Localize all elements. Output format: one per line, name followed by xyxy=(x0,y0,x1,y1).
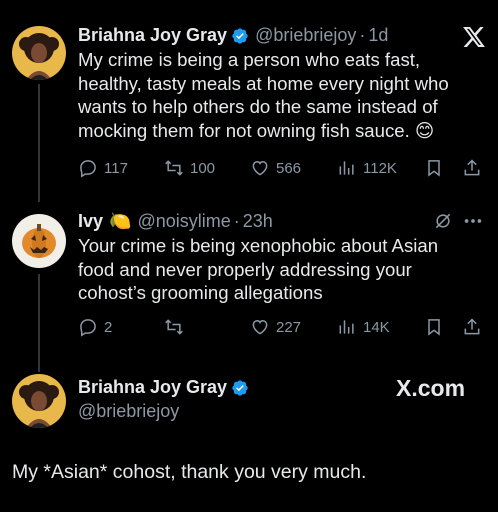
like-count: 566 xyxy=(276,159,302,177)
repost-button[interactable] xyxy=(164,316,190,338)
text-line: mocking them for not owning fish sauce. … xyxy=(78,119,435,141)
repost-count: 100 xyxy=(190,159,216,177)
tweet-2[interactable]: Ivy 🍋 @noisylime · 23h Your crime is bei… xyxy=(0,200,498,360)
bookmark-icon xyxy=(428,319,440,336)
reply-count: 117 xyxy=(104,159,128,177)
repost-button[interactable]: 100 xyxy=(164,157,215,179)
text-line: wants to help others do the same instead… xyxy=(78,96,438,117)
grok-icon[interactable] xyxy=(433,211,453,236)
tweet-1[interactable]: Briahna Joy Gray @briebriejoy · 1d My cr… xyxy=(0,0,498,200)
display-name[interactable]: Briahna Joy Gray xyxy=(78,377,227,398)
display-name[interactable]: Ivy xyxy=(78,211,103,232)
verified-badge-icon xyxy=(231,27,249,45)
analytics-icon xyxy=(339,320,354,334)
brand-watermark: X.com xyxy=(396,375,466,401)
views-button[interactable]: 112K xyxy=(337,157,397,179)
view-count: 14K xyxy=(363,318,390,336)
tweet-3-header: Briahna Joy Gray xyxy=(78,377,249,398)
tweet-1-header: Briahna Joy Gray @briebriejoy · 1d xyxy=(78,25,388,46)
text-line: Your crime is being xenophobic about Asi… xyxy=(78,235,439,256)
tweet-2-text: Your crime is being xenophobic about Asi… xyxy=(78,234,438,305)
tweet-1-actions: 117 100 566 112K xyxy=(78,157,488,179)
tweet-3[interactable]: Briahna Joy Gray @briebriejoy X.com My *… xyxy=(0,360,498,512)
reply-button[interactable]: 2 xyxy=(78,316,112,338)
verified-badge-icon xyxy=(231,379,249,397)
x-logo-icon xyxy=(463,27,485,52)
avatar[interactable] xyxy=(12,26,66,80)
display-name[interactable]: Briahna Joy Gray xyxy=(78,25,227,46)
separator: · xyxy=(359,25,366,45)
reply-button[interactable]: 117 xyxy=(78,157,128,179)
tweet-3-text: My *Asian* cohost, thank you very much. xyxy=(12,461,367,483)
views-button[interactable]: 14K xyxy=(337,316,390,338)
handle[interactable]: @briebriejoy xyxy=(255,25,356,46)
more-options-icon[interactable] xyxy=(462,211,484,236)
bookmark-button[interactable] xyxy=(424,316,444,338)
avatar[interactable] xyxy=(12,374,66,428)
timestamp[interactable]: 23h xyxy=(243,211,273,232)
heart-icon xyxy=(252,160,268,176)
share-icon xyxy=(464,159,480,176)
handle[interactable]: @noisylime xyxy=(137,211,230,232)
tweet-1-text: My crime is being a person who eats fast… xyxy=(78,48,449,142)
text-line: healthy, tasty meals at home every night… xyxy=(78,72,449,94)
like-count: 227 xyxy=(276,318,302,336)
separator: · xyxy=(233,211,240,231)
text-line: My crime is being a person who eats fast… xyxy=(78,49,421,70)
reply-icon xyxy=(80,160,96,178)
share-button[interactable] xyxy=(462,157,482,179)
view-count: 112K xyxy=(363,159,397,177)
repost-icon xyxy=(165,319,183,335)
lemon-emoji: 🍋 xyxy=(109,211,132,231)
like-button[interactable]: 227 xyxy=(250,316,301,338)
heart-icon xyxy=(252,319,268,335)
handle[interactable]: @briebriejoy xyxy=(78,401,179,422)
like-button[interactable]: 566 xyxy=(250,157,301,179)
text-line: cohost’s grooming allegations xyxy=(78,282,323,303)
share-icon xyxy=(464,318,480,335)
tweet-2-header: Ivy 🍋 @noisylime · 23h xyxy=(78,211,273,232)
tweet-3-handle-row: @briebriejoy xyxy=(78,401,179,422)
bookmark-icon xyxy=(428,160,440,177)
bookmark-button[interactable] xyxy=(424,157,444,179)
text-line: food and never properly addressing your xyxy=(78,258,412,280)
reply-count: 2 xyxy=(104,318,113,336)
tweet-2-actions: 2 227 14K xyxy=(78,316,488,338)
analytics-icon xyxy=(339,161,354,175)
timestamp[interactable]: 1d xyxy=(368,25,388,46)
share-button[interactable] xyxy=(462,316,482,338)
repost-icon xyxy=(165,160,183,176)
reply-icon xyxy=(80,319,96,337)
avatar[interactable] xyxy=(12,214,66,268)
